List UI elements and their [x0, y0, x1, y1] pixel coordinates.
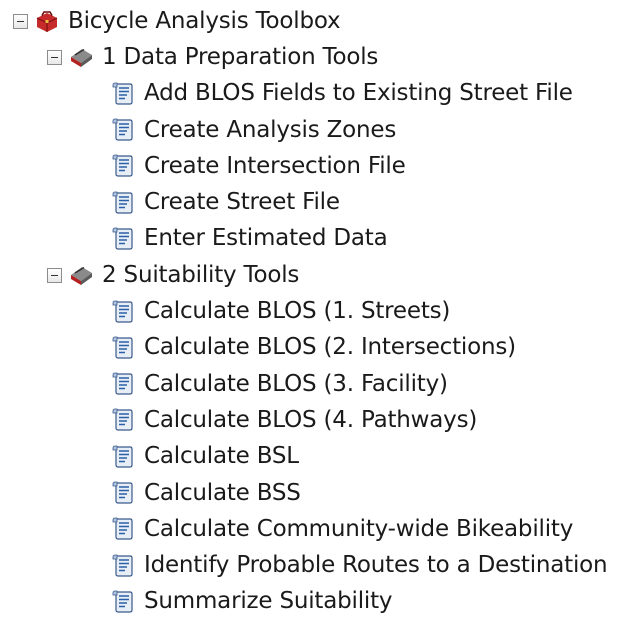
tree-node-tool[interactable]: Calculate BLOS (3. Facility)	[0, 366, 640, 402]
script-tool-icon	[110, 82, 136, 106]
tool-label: Create Street File	[144, 189, 340, 216]
tree-node-tool[interactable]: Create Analysis Zones	[0, 112, 640, 148]
script-tool-icon	[110, 590, 136, 614]
tree-node-tool[interactable]: Calculate Community-wide Bikeability	[0, 511, 640, 547]
tool-label: Identify Probable Routes to a Destinatio…	[144, 552, 608, 579]
tool-label: Create Analysis Zones	[144, 116, 397, 143]
tree-node-tool[interactable]: Create Intersection File	[0, 148, 640, 184]
script-tool-icon	[110, 336, 136, 360]
toolset-label: 2 Suitability Tools	[102, 261, 300, 288]
tree-node-toolset-2[interactable]: 2 Suitability Tools	[0, 257, 640, 293]
script-tool-icon	[110, 191, 136, 215]
tool-label: Calculate BSS	[144, 479, 301, 506]
tool-label: Enter Estimated Data	[144, 225, 388, 252]
script-tool-icon	[110, 481, 136, 505]
tree-node-tool[interactable]: Enter Estimated Data	[0, 221, 640, 257]
toolset-icon	[68, 46, 94, 68]
tree-node-tool[interactable]: Calculate BLOS (4. Pathways)	[0, 402, 640, 438]
script-tool-icon	[110, 227, 136, 251]
toolbox-tree: Bicycle Analysis Toolbox 1 Data Preparat…	[0, 3, 640, 620]
toolset-icon	[68, 264, 94, 286]
tool-label: Create Intersection File	[144, 152, 406, 179]
tree-node-tool[interactable]: Identify Probable Routes to a Destinatio…	[0, 547, 640, 583]
red-toolbox-icon	[34, 9, 60, 33]
tree-node-tool[interactable]: Calculate BSL	[0, 439, 640, 475]
tree-node-tool[interactable]: Calculate BLOS (1. Streets)	[0, 293, 640, 329]
tool-label: Calculate BLOS (4. Pathways)	[144, 406, 478, 433]
collapse-minus-icon[interactable]	[13, 13, 28, 29]
script-tool-icon	[110, 372, 136, 396]
tool-label: Calculate BSL	[144, 443, 299, 470]
tool-label: Calculate BLOS (3. Facility)	[144, 370, 448, 397]
script-tool-icon	[110, 300, 136, 324]
tool-label: Calculate BLOS (2. Intersections)	[144, 334, 516, 361]
toolset-label: 1 Data Preparation Tools	[102, 43, 379, 70]
tool-label: Calculate BLOS (1. Streets)	[144, 298, 451, 325]
tree-node-tool[interactable]: Create Street File	[0, 184, 640, 220]
tool-label: Calculate Community-wide Bikeability	[144, 515, 574, 542]
script-tool-icon	[110, 154, 136, 178]
tree-node-root[interactable]: Bicycle Analysis Toolbox	[0, 3, 640, 39]
script-tool-icon	[110, 408, 136, 432]
tree-node-toolset-1[interactable]: 1 Data Preparation Tools	[0, 39, 640, 75]
toolbox-label: Bicycle Analysis Toolbox	[68, 7, 341, 34]
script-tool-icon	[110, 118, 136, 142]
tree-node-tool[interactable]: Calculate BLOS (2. Intersections)	[0, 330, 640, 366]
script-tool-icon	[110, 554, 136, 578]
script-tool-icon	[110, 517, 136, 541]
tool-label: Add BLOS Fields to Existing Street File	[144, 80, 573, 107]
script-tool-icon	[110, 445, 136, 469]
collapse-minus-icon[interactable]	[47, 49, 62, 65]
tree-node-tool[interactable]: Calculate BSS	[0, 475, 640, 511]
tool-label: Summarize Suitability	[144, 588, 393, 615]
tree-node-tool[interactable]: Add BLOS Fields to Existing Street File	[0, 76, 640, 112]
collapse-minus-icon[interactable]	[47, 267, 62, 283]
